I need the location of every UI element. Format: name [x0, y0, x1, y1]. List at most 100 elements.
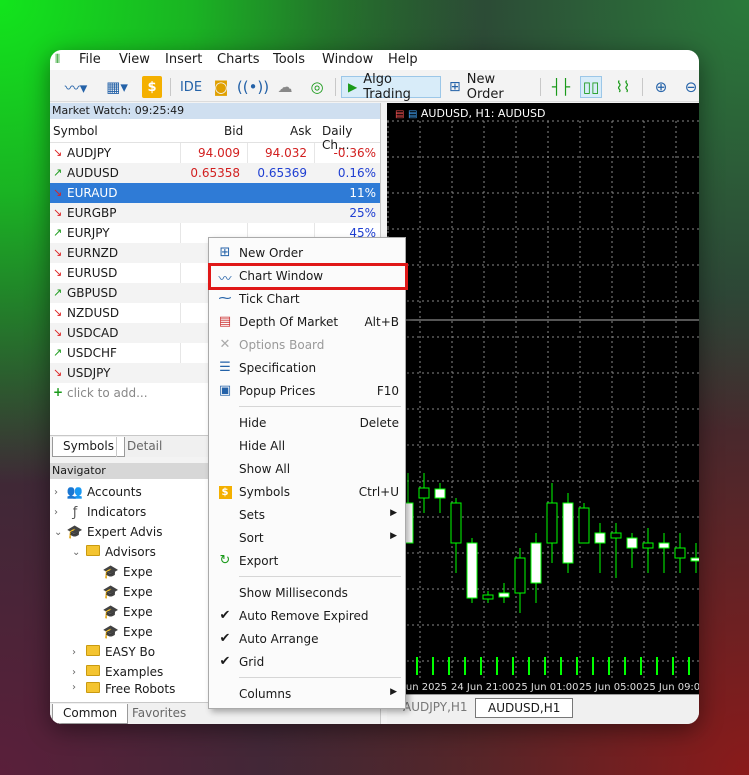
profiles-icon[interactable]: ▦▾: [98, 76, 136, 98]
tab-details[interactable]: Detail: [116, 437, 172, 457]
ctx-show-all[interactable]: Show All: [209, 458, 405, 480]
collapse-icon[interactable]: ⌄: [54, 527, 66, 538]
time-axis-label: 24 Jun 21:00: [451, 682, 515, 693]
expert-hat-icon: 🎓: [102, 624, 120, 640]
menu-help[interactable]: Help: [388, 52, 418, 67]
ctx-hide-all[interactable]: Hide All: [209, 435, 405, 457]
menu-window[interactable]: Window: [322, 52, 373, 67]
market-watch-row[interactable]: ↘ EURGBP 25%: [50, 203, 380, 223]
candle-body: [514, 557, 526, 594]
app-window: ⫴ File View Insert Charts Tools Window H…: [50, 50, 699, 724]
nav-examples-folder[interactable]: › Examples: [72, 663, 163, 681]
symbol-name: EURNZD: [67, 246, 119, 260]
market-watch-row[interactable]: ↗ AUDUSD 0.65358 0.65369 0.16%: [50, 163, 380, 183]
folder-icon: [84, 544, 102, 560]
expand-icon[interactable]: ›: [54, 487, 66, 498]
bar-chart-icon[interactable]: ┤├: [550, 76, 572, 98]
ctx-columns[interactable]: Columns ▶: [209, 683, 405, 705]
zoom-in-icon[interactable]: ⊕: [650, 76, 672, 98]
symbol-name: EURJPY: [67, 226, 110, 240]
tab-favorites[interactable]: Favorites: [122, 704, 196, 724]
price-chart[interactable]: 24 Jun 2025 24 Jun 21:00 25 Jun 01:00 25 Ju…: [387, 103, 699, 694]
ctx-auto-arrange[interactable]: ✔ Auto Arrange: [209, 628, 405, 650]
ctx-depth-of-market[interactable]: ▤ Depth Of Market Alt+B: [209, 311, 405, 333]
zoom-out-icon[interactable]: ⊖: [680, 76, 699, 98]
ide-button[interactable]: IDE: [179, 76, 203, 98]
ctx-popup-prices[interactable]: ▣ Popup Prices F10: [209, 380, 405, 402]
menu-tools[interactable]: Tools: [273, 52, 305, 67]
expand-icon[interactable]: ›: [72, 682, 84, 693]
ctx-label: Grid: [239, 655, 265, 669]
menu-insert[interactable]: Insert: [165, 52, 202, 67]
signals-icon[interactable]: ((•)): [237, 76, 269, 98]
dollar-icon[interactable]: $: [142, 76, 162, 98]
app-logo-icon: ⫴: [55, 52, 61, 66]
ctx-new-order[interactable]: ⊞ New Order: [209, 242, 405, 264]
nav-expert-item[interactable]: 🎓 Expe: [102, 583, 153, 601]
ctx-tick-chart[interactable]: ⁓ Tick Chart: [209, 288, 405, 310]
nav-free-robots-folder[interactable]: › Free Robots: [72, 682, 175, 694]
menu-view[interactable]: View: [119, 52, 150, 67]
vps-icon[interactable]: ◎: [306, 76, 328, 98]
nav-indicators[interactable]: › ƒ Indicators: [54, 503, 146, 521]
expand-icon[interactable]: ›: [72, 647, 84, 658]
add-symbol-text[interactable]: click to add...: [67, 386, 148, 400]
ctx-export[interactable]: ↻ Export: [209, 550, 405, 572]
submenu-arrow-icon: ▶: [390, 687, 397, 697]
ctx-label: Specification: [239, 361, 317, 375]
menu-file[interactable]: File: [79, 52, 101, 67]
ctx-options-board: ✕ Options Board: [209, 334, 405, 356]
market-bag-icon[interactable]: ◙: [210, 76, 232, 98]
daily-change-value: 25%: [349, 206, 376, 220]
ctx-auto-remove-expired[interactable]: ✔ Auto Remove Expired: [209, 605, 405, 627]
ctx-grid[interactable]: ✔ Grid: [209, 651, 405, 673]
symbol-name: AUDJPY: [67, 146, 112, 160]
symbol-name: EURGBP: [67, 206, 117, 220]
daily-change-value: -0.36%: [333, 146, 376, 160]
new-chart-icon[interactable]: 〰▾: [58, 76, 94, 98]
ctx-label: Hide: [239, 416, 267, 430]
col-symbol[interactable]: Symbol: [53, 124, 98, 138]
nav-expert-item[interactable]: 🎓 Expe: [102, 563, 153, 581]
nav-label: Expe: [123, 605, 153, 619]
ctx-sets[interactable]: Sets ▶: [209, 504, 405, 526]
expand-icon[interactable]: ›: [54, 507, 66, 518]
dollar-icon: $: [217, 484, 233, 499]
market-watch-header: Market Watch: 09:25:49: [50, 103, 380, 119]
arrow-down-icon: ↘: [53, 326, 63, 339]
nav-easy-bots-folder[interactable]: › EASY Bo: [72, 643, 155, 661]
candlestick-icon[interactable]: ▯▯: [580, 76, 602, 98]
ctx-label: Sort: [239, 531, 264, 545]
expand-icon[interactable]: ›: [72, 667, 84, 678]
market-watch-row[interactable]: ↘ AUDJPY 94.009 94.032 -0.36%: [50, 143, 380, 163]
checkmark-icon: ✔: [219, 654, 231, 669]
col-bid[interactable]: Bid: [224, 124, 243, 138]
tab-symbols[interactable]: Symbols: [52, 437, 125, 457]
tab-common[interactable]: Common: [52, 704, 129, 724]
nav-advisors-folder[interactable]: ⌄ Advisors: [72, 543, 156, 561]
folder-icon: [84, 664, 102, 680]
ctx-sort[interactable]: Sort ▶: [209, 527, 405, 549]
collapse-icon[interactable]: ⌄: [72, 547, 84, 558]
nav-expert-advisors[interactable]: ⌄ 🎓 Expert Advis: [54, 523, 162, 541]
candle-body: [610, 532, 622, 539]
col-ask[interactable]: Ask: [290, 124, 311, 138]
ctx-chart-window[interactable]: 〰 Chart Window: [209, 265, 405, 287]
new-order-button[interactable]: ⊞ New Order: [449, 72, 533, 102]
nav-expert-item[interactable]: 🎓 Expe: [102, 603, 153, 621]
chart-title-text: AUDUSD, H1: AUDUSD: [420, 107, 546, 120]
ctx-show-milliseconds[interactable]: Show Milliseconds: [209, 582, 405, 604]
ctx-specification[interactable]: ☰ Specification: [209, 357, 405, 379]
line-chart-icon[interactable]: ⌇⌇: [612, 76, 634, 98]
time-axis-label: 25 Jun 09:00: [643, 682, 699, 693]
market-watch-row[interactable]: ↘ EURAUD 11%: [50, 183, 380, 203]
menu-charts[interactable]: Charts: [217, 52, 260, 67]
cloud-icon[interactable]: ☁: [274, 76, 296, 98]
nav-label: Indicators: [87, 505, 147, 519]
algo-trading-button[interactable]: ▶ Algo Trading: [341, 72, 441, 102]
nav-accounts[interactable]: › 👥 Accounts: [54, 483, 142, 501]
ctx-symbols[interactable]: $ Symbols Ctrl+U: [209, 481, 405, 503]
ctx-hide[interactable]: Hide Delete: [209, 412, 405, 434]
nav-expert-item[interactable]: 🎓 Expe: [102, 623, 153, 641]
chart-tab-audusd[interactable]: AUDUSD,H1: [475, 698, 574, 718]
